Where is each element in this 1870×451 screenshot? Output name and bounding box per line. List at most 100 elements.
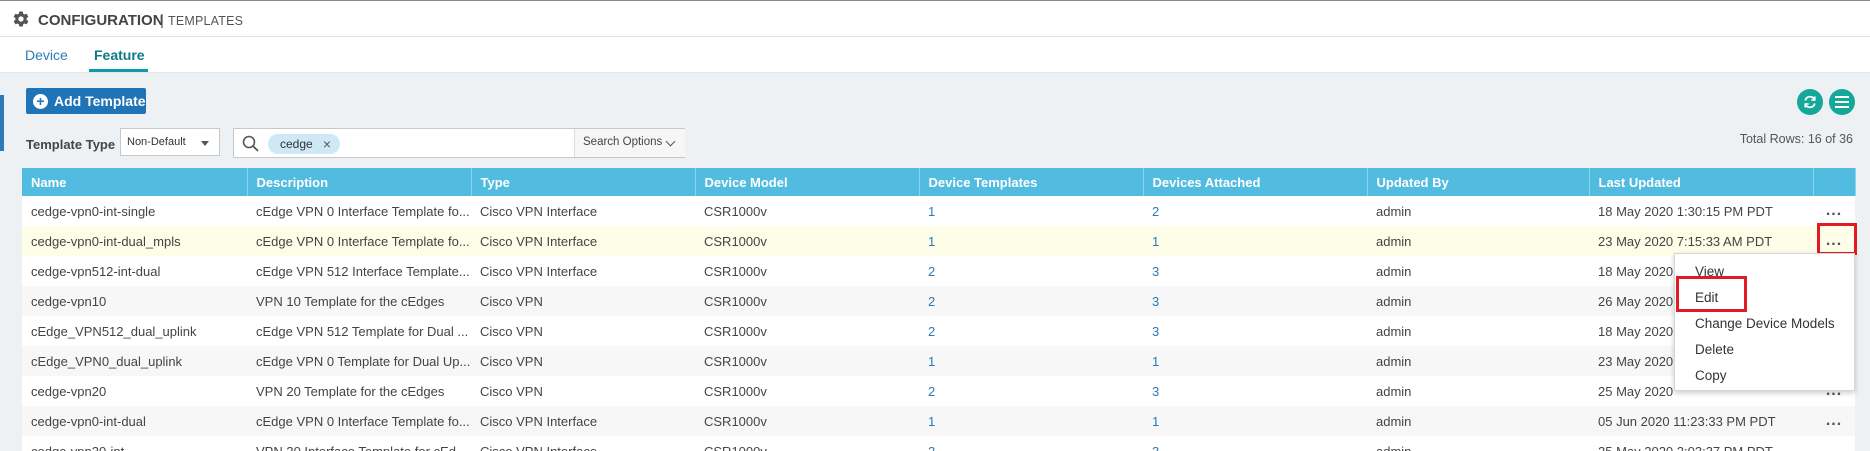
cell-devices-attached-link[interactable]: 1 [1143,226,1367,256]
column-header-device-model[interactable]: Device Model [695,168,920,196]
cell-type: Cisco VPN [471,286,695,316]
table-header-row: Name Description Type Device Model Devic… [22,168,1856,196]
cell-device-templates-link[interactable]: 1 [919,346,1143,376]
cell-device-templates-link[interactable]: 1 [919,226,1143,256]
left-edge-strip [0,95,4,151]
refresh-button[interactable] [1797,89,1823,115]
add-template-button[interactable]: + Add Template [26,88,146,114]
chip-close-icon[interactable]: × [323,136,331,152]
cell-devices-attached-link[interactable]: 3 [1143,316,1367,346]
cell-description: cEdge VPN 0 Interface Template fo... [247,406,471,436]
cell-updated-by: admin [1367,226,1589,256]
cell-last-updated: 18 May 2020 1:30:15 PM PDT [1589,196,1813,226]
cell-type: Cisco VPN [471,346,695,376]
total-rows-count: Total Rows: 16 of 36 [1739,132,1853,146]
cell-last-updated: 25 May 2020 2:03:37 PM PDT [1589,436,1813,451]
cell-updated-by: admin [1367,436,1589,451]
cell-device-templates-link[interactable]: 2 [919,256,1143,286]
row-more-actions-icon[interactable]: ... [1813,196,1855,226]
cell-description: cEdge VPN 512 Interface Template... [247,256,471,286]
cell-device-templates-link[interactable]: 2 [919,376,1143,406]
cell-devices-attached-link[interactable]: 3 [1143,376,1367,406]
cell-device-model: CSR1000v [695,316,919,346]
cell-device-model: CSR1000v [695,196,919,226]
gear-icon [13,11,29,27]
table-row[interactable]: cEdge_VPN512_dual_uplink cEdge VPN 512 T… [22,316,1855,346]
template-tabs: Device Feature [0,37,1870,73]
caret-down-icon [201,141,209,146]
menu-item-view[interactable]: View [1695,264,1724,279]
list-menu-icon [1835,96,1849,108]
table-row[interactable]: cedge-vpn0-int-dual cEdge VPN 0 Interfac… [22,406,1855,436]
column-header-actions [1813,168,1856,196]
cell-devices-attached-link[interactable]: 2 [1143,196,1367,226]
cell-device-model: CSR1000v [695,346,919,376]
table-menu-button[interactable] [1829,89,1855,115]
cell-devices-attached-link[interactable]: 1 [1143,346,1367,376]
tab-device[interactable]: Device [25,47,68,63]
table-row[interactable]: cedge-vpn20 VPN 20 Template for the cEdg… [22,376,1855,406]
cell-updated-by: admin [1367,286,1589,316]
tab-feature[interactable]: Feature [94,47,145,63]
table-row[interactable]: cedge-vpn512-int-dual cEdge VPN 512 Inte… [22,256,1855,286]
column-header-type[interactable]: Type [471,168,696,196]
cell-description: cEdge VPN 512 Template for Dual ... [247,316,471,346]
cell-device-model: CSR1000v [695,286,919,316]
cell-device-templates-link[interactable]: 2 [919,316,1143,346]
page-header: CONFIGURATION | TEMPLATES [0,0,1870,37]
search-input[interactable] [344,132,574,154]
menu-item-edit[interactable]: Edit [1695,290,1718,305]
table-row[interactable]: cEdge_VPN0_dual_uplink cEdge VPN 0 Templ… [22,346,1855,376]
column-header-device-templates[interactable]: Device Templates [919,168,1144,196]
table-row[interactable]: cedge-vpn0-int-dual_mpls cEdge VPN 0 Int… [22,226,1855,256]
cell-device-templates-link[interactable]: 2 [919,436,1143,451]
search-options-dropdown[interactable]: Search Options [574,129,685,157]
plus-icon: + [33,93,48,109]
title-separator: | [160,12,164,29]
cell-updated-by: admin [1367,196,1589,226]
refresh-icon [1804,95,1816,109]
cell-devices-attached-link[interactable]: 3 [1143,256,1367,286]
column-header-description[interactable]: Description [247,168,472,196]
table-row[interactable]: cedge-vpn0-int-single cEdge VPN 0 Interf… [22,196,1855,226]
cell-devices-attached-link[interactable]: 1 [1143,406,1367,436]
cell-device-templates-link[interactable]: 1 [919,406,1143,436]
column-header-devices-attached[interactable]: Devices Attached [1143,168,1368,196]
row-more-actions-icon[interactable]: ... [1813,436,1855,451]
cell-device-templates-link[interactable]: 1 [919,196,1143,226]
template-type-select[interactable]: Non-Default [120,128,220,156]
column-header-updated-by[interactable]: Updated By [1367,168,1590,196]
add-template-label: Add Template [54,93,146,109]
menu-item-copy[interactable]: Copy [1695,368,1727,383]
cell-description: cEdge VPN 0 Interface Template fo... [247,196,471,226]
column-header-name[interactable]: Name [22,168,248,196]
table-row[interactable]: cedge-vpn30-int VPN 30 Interface Templat… [22,436,1855,451]
cell-name: cedge-vpn10 [22,286,247,316]
cell-name: cedge-vpn0-int-dual_mpls [22,226,247,256]
active-tab-indicator [89,69,148,72]
cell-updated-by: admin [1367,406,1589,436]
column-header-last-updated[interactable]: Last Updated [1589,168,1814,196]
row-more-actions-icon[interactable]: ... [1813,406,1855,436]
cell-name: cedge-vpn0-int-single [22,196,247,226]
cell-description: VPN 10 Template for the cEdges [247,286,471,316]
cell-name: cEdge_VPN0_dual_uplink [22,346,247,376]
cell-devices-attached-link[interactable]: 3 [1143,286,1367,316]
cell-updated-by: admin [1367,376,1589,406]
search-icon [242,135,259,152]
cell-device-templates-link[interactable]: 2 [919,286,1143,316]
row-more-actions-icon[interactable]: ... [1813,226,1855,256]
menu-item-delete[interactable]: Delete [1695,342,1734,357]
cell-type: Cisco VPN [471,316,695,346]
cell-devices-attached-link[interactable]: 3 [1143,436,1367,451]
page-title: CONFIGURATION [38,12,164,29]
cell-name: cedge-vpn512-int-dual [22,256,247,286]
cell-name: cedge-vpn30-int [22,436,247,451]
cell-device-model: CSR1000v [695,256,919,286]
cell-name: cedge-vpn0-int-dual [22,406,247,436]
search-filter-chip: cedge × [268,134,340,154]
template-type-label: Template Type [26,137,116,152]
cell-last-updated: 23 May 2020 7:15:33 AM PDT [1589,226,1813,256]
menu-item-change-device-models[interactable]: Change Device Models [1695,316,1835,331]
table-row[interactable]: cedge-vpn10 VPN 10 Template for the cEdg… [22,286,1855,316]
